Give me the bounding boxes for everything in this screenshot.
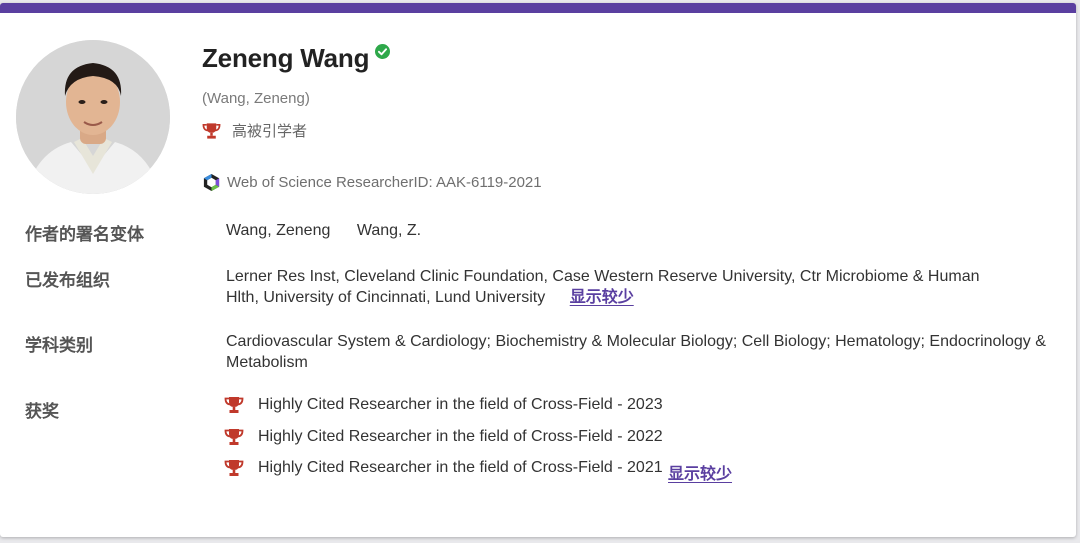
category-item: Cardiovascular System & Cardiology <box>226 333 495 350</box>
highly-cited-label: 高被引学者 <box>232 123 308 140</box>
organizations-label: 已发布组织 <box>25 271 110 290</box>
awards-label: 获奖 <box>25 402 59 421</box>
organizations-value: Lerner Res InstCleveland Clinic Foundati… <box>226 266 1066 308</box>
awards-show-less-link[interactable]: 显示较少 <box>668 460 732 484</box>
researcher-name: Zeneng Wang <box>202 43 370 73</box>
researcher-id-row: Web of Science ResearcherID: AAK-6119-20… <box>202 173 542 192</box>
category-item: Biochemistry & Molecular Biology <box>495 333 741 350</box>
variants-value: Wang, Zeneng Wang, Z. <box>226 220 1066 241</box>
trophy-icon <box>224 460 244 476</box>
profile-card: Zeneng Wang (Wang, Zeneng) 高被引学者 Web of … <box>0 3 1076 537</box>
award-text: Highly Cited Researcher in the field of … <box>258 459 663 476</box>
alternate-name: (Wang, Zeneng) <box>202 90 310 107</box>
name-variant: Wang, Z. <box>356 222 422 239</box>
avatar-photo <box>16 40 170 194</box>
name-variant: Wang, Zeneng <box>226 222 331 239</box>
avatar <box>16 40 170 194</box>
award-item: Highly Cited Researcher in the field of … <box>224 396 663 414</box>
category-item: Hematology <box>835 333 929 350</box>
organization-item: Lerner Res Inst <box>226 268 344 285</box>
categories-value: Cardiovascular System & CardiologyBioche… <box>226 331 1066 373</box>
verified-check-icon <box>375 44 391 59</box>
organization-item: Case Western Reserve University <box>552 268 799 285</box>
award-item: Highly Cited Researcher in the field of … <box>224 428 663 446</box>
award-text: Highly Cited Researcher in the field of … <box>258 428 663 445</box>
organizations-show-less-link[interactable]: 显示较少 <box>570 289 634 306</box>
award-item: Highly Cited Researcher in the field of … <box>224 459 663 477</box>
trophy-icon <box>202 122 221 139</box>
highly-cited-badge: 高被引学者 <box>202 120 307 141</box>
trophy-icon <box>224 429 244 445</box>
name-row: Zeneng Wang <box>202 43 391 74</box>
category-item: Cell Biology <box>742 333 835 350</box>
organization-item: University of Cincinnati <box>263 289 435 306</box>
categories-label: 学科类别 <box>25 336 93 355</box>
web-of-science-logo-icon <box>203 173 220 192</box>
trophy-icon <box>224 397 244 413</box>
organization-item: Cleveland Clinic Foundation <box>344 268 552 285</box>
variants-label: 作者的署名变体 <box>25 225 144 244</box>
researcher-id-label: Web of Science ResearcherID: AAK-6119-20… <box>227 174 542 191</box>
award-text: Highly Cited Researcher in the field of … <box>258 396 663 413</box>
organization-item: Lund University <box>434 289 546 306</box>
